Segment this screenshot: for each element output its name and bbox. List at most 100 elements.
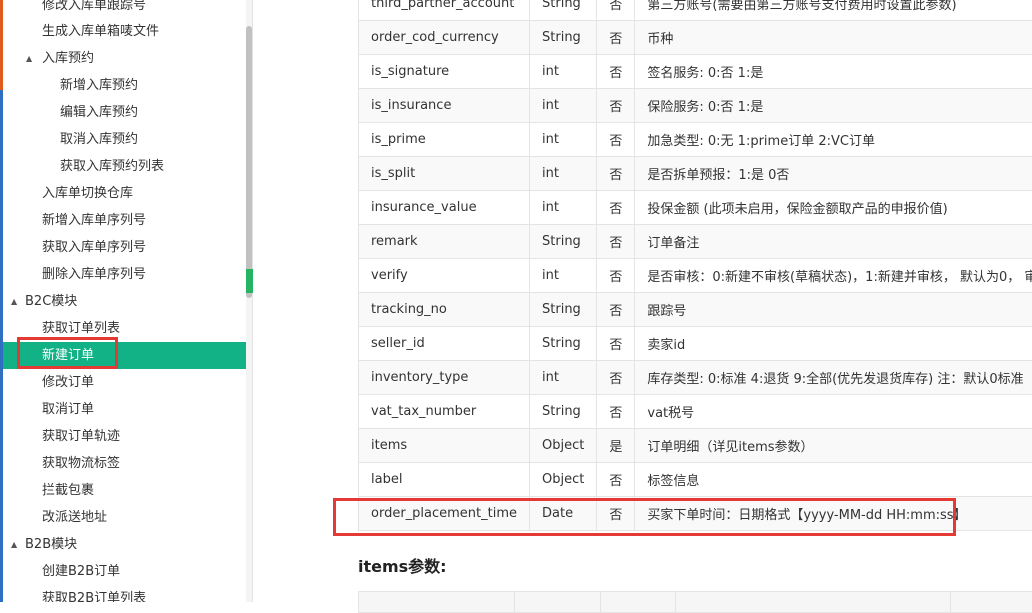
sidebar-item[interactable]: 新建订单 (3, 342, 246, 369)
param-desc-cell: 是否审核：0:新建不审核(草稿状态)，1:新建并审核， 默认为0， 审核 (635, 259, 1032, 293)
param-name-cell: is_signature (359, 55, 530, 89)
sidebar-item[interactable]: ▲入库预约 (3, 45, 246, 72)
sidebar-item[interactable]: 编辑入库预约 (3, 99, 246, 126)
param-desc-cell: vat税号 (635, 395, 1032, 429)
param-name-cell: is_insurance (359, 89, 530, 123)
sidebar-item[interactable]: 获取订单列表 (3, 315, 246, 342)
param-desc-cell: 投保金额 (此项未启用，保险金额取产品的申报价值) (635, 191, 1032, 225)
param-name-cell: vat_tax_number (359, 395, 530, 429)
param-name-cell: inventory_type (359, 361, 530, 395)
sidebar-item[interactable]: 获取B2B订单列表 (3, 585, 246, 602)
table-row: third_partner_accountString否第三方账号(需要由第三方… (359, 0, 1032, 21)
param-desc-cell: 是否拆单预报：1:是 0否 (635, 157, 1032, 191)
sidebar-item[interactable]: 取消入库预约 (3, 126, 246, 153)
param-desc-cell: 跟踪号 (635, 293, 1032, 327)
sidebar-item[interactable]: 入库单切换仓库 (3, 180, 246, 207)
sidebar-item[interactable]: 生成入库单箱唛文件 (3, 18, 246, 45)
param-name-cell: is_prime (359, 123, 530, 157)
param-name-cell: remark (359, 225, 530, 259)
param-type-cell: Object (530, 463, 597, 497)
param-type-cell: int (530, 361, 597, 395)
param-name-cell: items (359, 429, 530, 463)
param-required-cell: 否 (597, 259, 635, 293)
sidebar-item[interactable]: 删除入库单序列号 (3, 261, 246, 288)
param-type-cell: String (530, 21, 597, 55)
param-name-cell: is_split (359, 157, 530, 191)
table-row: is_insuranceint否保险服务: 0:否 1:是 (359, 89, 1032, 123)
param-desc-cell: 库存类型: 0:标准 4:退货 9:全部(优先发退货库存) 注：默认0标准 (635, 361, 1032, 395)
sidebar-item[interactable]: 取消订单 (3, 396, 246, 423)
sidebar-item-label: B2B模块 (25, 537, 77, 552)
param-required-cell: 否 (597, 157, 635, 191)
sidebar-item-label: 改派送地址 (42, 510, 107, 525)
sidebar-item[interactable]: ▲B2B模块 (3, 531, 246, 558)
sidebar-item[interactable]: 修改入库单跟踪号 (3, 0, 246, 19)
table-row: vat_tax_numberString否vat税号 (359, 395, 1032, 429)
param-desc-cell: 标签信息 (635, 463, 1032, 497)
param-type-cell: int (530, 89, 597, 123)
sidebar-item-label: 新建订单 (42, 348, 94, 363)
table-row: is_splitint否是否拆单预报：1:是 0否 (359, 157, 1032, 191)
param-required-cell: 否 (597, 123, 635, 157)
caret-expanded-icon[interactable]: ▲ (11, 288, 25, 315)
param-name-cell: order_placement_time (359, 497, 530, 531)
param-desc-cell: 订单备注 (635, 225, 1032, 259)
param-required-cell: 否 (597, 327, 635, 361)
sidebar-item-label: 修改订单 (42, 375, 94, 390)
table-row: seller_idString否卖家id (359, 327, 1032, 361)
param-desc-cell: 签名服务: 0:否 1:是 (635, 55, 1032, 89)
param-required-cell: 否 (597, 361, 635, 395)
sidebar-item-label: 生成入库单箱唛文件 (42, 24, 159, 39)
param-required-cell: 否 (597, 497, 635, 531)
param-required-cell: 是 (597, 429, 635, 463)
caret-expanded-icon[interactable]: ▲ (11, 531, 25, 558)
sidebar-item[interactable]: 获取入库预约列表 (3, 153, 246, 180)
table-row: inventory_typeint否库存类型: 0:标准 4:退货 9:全部(优… (359, 361, 1032, 395)
doc-content: third_partner_accountString否第三方账号(需要由第三方… (253, 0, 1032, 602)
table-row: remarkString否订单备注 (359, 225, 1032, 259)
table-row: insurance_valueint否投保金额 (此项未启用，保险金额取产品的申… (359, 191, 1032, 225)
param-desc-cell: 币种 (635, 21, 1032, 55)
param-required-cell: 否 (597, 55, 635, 89)
sidebar-item[interactable]: 创建B2B订单 (3, 558, 246, 585)
param-desc-cell: 保险服务: 0:否 1:是 (635, 89, 1032, 123)
param-required-cell: 否 (597, 395, 635, 429)
param-required-cell: 否 (597, 0, 635, 21)
param-type-cell: String (530, 327, 597, 361)
param-required-cell: 否 (597, 21, 635, 55)
items-params-heading: items参数: (358, 553, 447, 577)
param-name-cell: label (359, 463, 530, 497)
sidebar-item-label: B2C模块 (25, 294, 77, 309)
sidebar-item-label: 删除入库单序列号 (42, 267, 146, 282)
param-required-cell: 否 (597, 293, 635, 327)
sidebar-item[interactable]: 改派送地址 (3, 504, 246, 531)
param-type-cell: String (530, 0, 597, 21)
param-required-cell: 否 (597, 191, 635, 225)
sidebar-item[interactable]: 新增入库单序列号 (3, 207, 246, 234)
sidebar-item[interactable]: 拦截包裹 (3, 477, 246, 504)
sidebar-item[interactable]: 新增入库预约 (3, 72, 246, 99)
param-desc-cell: 第三方账号(需要由第三方账号支付费用时设置此参数) (635, 0, 1032, 21)
param-type-cell: int (530, 123, 597, 157)
param-type-cell: String (530, 395, 597, 429)
sidebar-item-label: 创建B2B订单 (42, 564, 120, 579)
param-required-cell: 否 (597, 463, 635, 497)
sidebar-item-label: 取消订单 (42, 402, 94, 417)
table-row: is_signatureint否签名服务: 0:否 1:是 (359, 55, 1032, 89)
param-name-cell: order_cod_currency (359, 21, 530, 55)
sidebar-item[interactable]: 修改订单 (3, 369, 246, 396)
param-name-cell: third_partner_account (359, 0, 530, 21)
param-desc-cell: 买家下单时间：日期格式【yyyy-MM-dd HH:mm:ss】 (635, 497, 1032, 531)
caret-expanded-icon[interactable]: ▲ (26, 45, 40, 72)
table-row: is_primeint否加急类型: 0:无 1:prime订单 2:VC订单 (359, 123, 1032, 157)
param-desc-cell: 订单明细（详见items参数） (635, 429, 1032, 463)
sidebar-item[interactable]: 获取入库单序列号 (3, 234, 246, 261)
param-name-cell: insurance_value (359, 191, 530, 225)
sidebar-item-label: 获取入库单序列号 (42, 240, 146, 255)
sidebar-item[interactable]: 获取物流标签 (3, 450, 246, 477)
sidebar-item-label: 取消入库预约 (60, 132, 138, 147)
sidebar-item[interactable]: 获取订单轨迹 (3, 423, 246, 450)
order-params-table: third_partner_accountString否第三方账号(需要由第三方… (358, 0, 1032, 531)
sidebar-item[interactable]: ▲B2C模块 (3, 288, 246, 315)
sidebar-item-label: 编辑入库预约 (60, 105, 138, 120)
